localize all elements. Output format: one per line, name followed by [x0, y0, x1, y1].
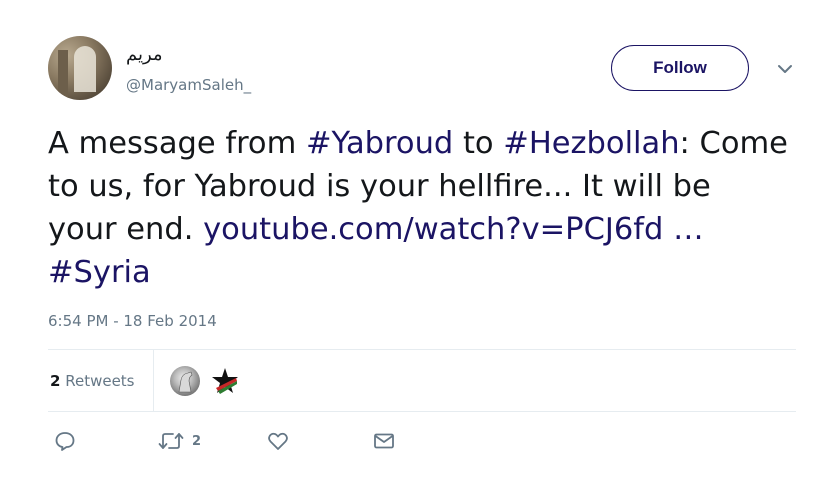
reply-button[interactable]	[54, 430, 76, 452]
hashtag-link[interactable]: #Hezbollah	[503, 126, 679, 161]
tweet-text-part: A message from	[48, 126, 306, 161]
retweeter-avatar[interactable]	[210, 366, 240, 396]
retweets-count: 2	[50, 372, 61, 390]
tweet-timestamp[interactable]: 6:54 PM - 18 Feb 2014	[48, 312, 217, 330]
star-flag-icon	[212, 368, 238, 394]
reply-icon	[55, 432, 75, 451]
envelope-icon	[374, 433, 394, 449]
retweets-label: Retweets	[65, 372, 135, 390]
user-avatar[interactable]	[48, 36, 112, 100]
link-ellipsis: …	[663, 212, 704, 247]
tweet-actions: 2	[48, 430, 796, 460]
direct-message-button[interactable]	[373, 430, 395, 452]
horse-icon	[178, 371, 193, 393]
youtube-link[interactable]: youtube.com/watch?v=PCJ6fd	[203, 212, 663, 247]
retweeter-avatar[interactable]	[170, 366, 200, 396]
follow-button[interactable]: Follow	[611, 45, 749, 91]
tweet-text: A message from #Yabroud to #Hezbollah: C…	[48, 122, 788, 294]
tweet-text-part: to	[453, 126, 504, 161]
stats-divider	[153, 350, 154, 412]
retweets-stat[interactable]: 2 Retweets	[50, 372, 135, 390]
divider	[48, 411, 796, 412]
retweet-button[interactable]: 2	[158, 430, 201, 452]
retweet-count: 2	[192, 433, 202, 449]
avatar-arch	[74, 46, 96, 92]
user-handle[interactable]: @MaryamSaleh_	[126, 76, 251, 94]
heart-icon	[268, 432, 288, 450]
avatar-pillar	[58, 50, 68, 100]
hashtag-link[interactable]: #Yabroud	[306, 126, 453, 161]
display-name[interactable]: مريم	[126, 44, 163, 65]
tweet-stats: 2 Retweets	[48, 350, 796, 412]
retweet-icon	[158, 433, 184, 449]
chevron-down-icon[interactable]	[776, 60, 794, 78]
hashtag-link[interactable]: #Syria	[48, 255, 151, 290]
like-button[interactable]	[267, 430, 289, 452]
